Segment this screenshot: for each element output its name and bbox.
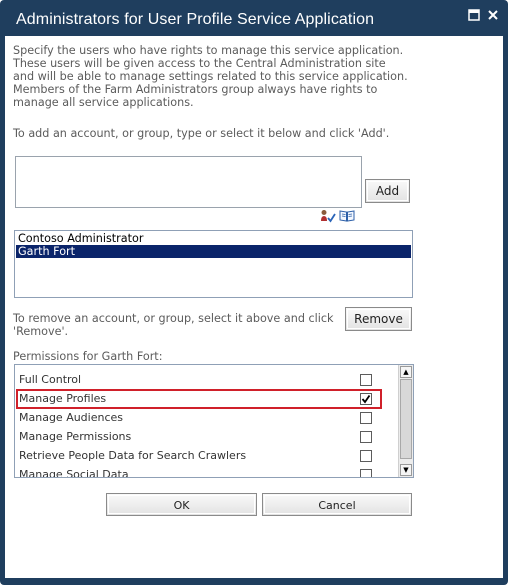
permission-label: Manage Social Data bbox=[19, 468, 129, 478]
cancel-button-label: Cancel bbox=[318, 499, 356, 512]
scroll-down-icon[interactable]: ▼ bbox=[400, 464, 412, 476]
add-hint: To add an account, or group, type or sel… bbox=[13, 127, 390, 140]
permission-retrieve-people-data[interactable]: Retrieve People Data for Search Crawlers bbox=[19, 447, 399, 464]
instructions-line-4: Members of the Farm Administrators group… bbox=[13, 83, 378, 96]
maximize-icon[interactable] bbox=[467, 9, 481, 23]
permission-label: Manage Profiles bbox=[19, 392, 107, 405]
permission-manage-audiences[interactable]: Manage Audiences bbox=[19, 409, 399, 426]
close-icon[interactable] bbox=[486, 9, 500, 23]
ok-button[interactable]: OK bbox=[106, 493, 257, 516]
permission-manage-profiles[interactable]: Manage Profiles bbox=[19, 390, 399, 407]
check-names-icon[interactable] bbox=[320, 208, 336, 223]
checkbox-manage-profiles[interactable] bbox=[360, 393, 372, 405]
checkbox-retrieve-people-data[interactable] bbox=[360, 450, 372, 462]
scroll-up-icon[interactable]: ▲ bbox=[400, 366, 412, 378]
add-button-label: Add bbox=[375, 184, 400, 198]
address-book-icon[interactable] bbox=[339, 208, 355, 222]
remove-button-label: Remove bbox=[354, 312, 403, 326]
remove-hint-line-2: 'Remove'. bbox=[13, 325, 69, 338]
user-item-garth-fort[interactable]: Garth Fort bbox=[16, 245, 411, 258]
permission-label: Full Control bbox=[19, 373, 82, 386]
checkbox-manage-audiences[interactable] bbox=[360, 412, 372, 424]
cancel-button[interactable]: Cancel bbox=[262, 493, 412, 516]
title-bar[interactable]: Administrators for User Profile Service … bbox=[0, 0, 508, 38]
dialog-title: Administrators for User Profile Service … bbox=[16, 11, 375, 28]
permission-label: Retrieve People Data for Search Crawlers bbox=[19, 449, 247, 462]
instructions-line-1: Specify the users who have rights to man… bbox=[13, 44, 404, 57]
ok-button-label: OK bbox=[173, 499, 190, 512]
instructions-line-5: manage all service applications. bbox=[13, 96, 194, 109]
user-item-contoso-administrator[interactable]: Contoso Administrator bbox=[16, 232, 411, 245]
permission-manage-permissions[interactable]: Manage Permissions bbox=[19, 428, 399, 445]
permission-manage-social-data[interactable]: Manage Social Data bbox=[19, 466, 399, 478]
remove-button[interactable]: Remove bbox=[345, 307, 412, 331]
permission-label: Manage Audiences bbox=[19, 411, 124, 424]
checkbox-manage-permissions[interactable] bbox=[360, 431, 372, 443]
permissions-scrollbar[interactable]: ▲ ▼ bbox=[398, 365, 413, 477]
permissions-list: Full Control Manage Profiles Manage Audi… bbox=[14, 364, 414, 478]
checkbox-manage-social-data[interactable] bbox=[360, 469, 372, 477]
instructions-line-2: These users will be given access to the … bbox=[13, 57, 386, 70]
users-listbox[interactable]: Contoso Administrator Garth Fort bbox=[14, 230, 413, 298]
scroll-thumb[interactable] bbox=[400, 379, 412, 459]
instructions-line-3: and will be able to manage settings rela… bbox=[13, 70, 408, 83]
permission-full-control[interactable]: Full Control bbox=[19, 371, 399, 388]
permissions-heading: Permissions for Garth Fort: bbox=[13, 350, 163, 363]
people-picker-input[interactable] bbox=[15, 156, 362, 208]
checkmark-icon bbox=[361, 394, 371, 404]
dialog-window: Administrators for User Profile Service … bbox=[0, 0, 508, 585]
remove-hint-line-1: To remove an account, or group, select i… bbox=[13, 312, 334, 325]
permission-label: Manage Permissions bbox=[19, 430, 132, 443]
checkbox-full-control[interactable] bbox=[360, 374, 372, 386]
add-button[interactable]: Add bbox=[365, 179, 410, 203]
